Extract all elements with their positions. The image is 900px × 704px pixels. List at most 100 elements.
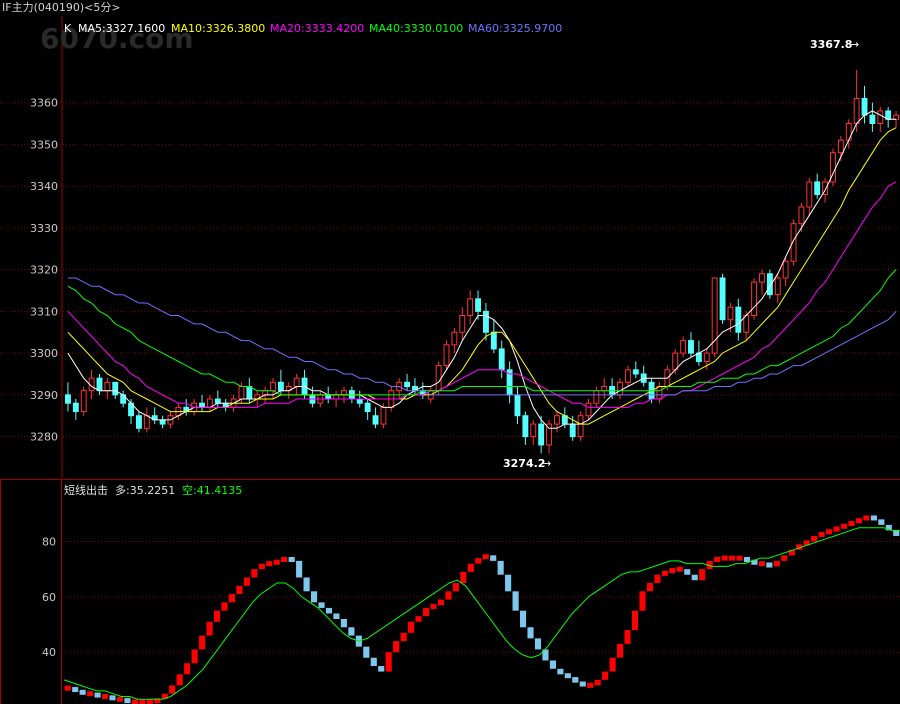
duo-bar — [176, 674, 183, 686]
duo-bar — [415, 616, 422, 622]
duo-bar — [131, 699, 138, 704]
duo-bar — [579, 681, 586, 687]
y-tick-label: 3300 — [30, 347, 58, 360]
chart-title: IF主力(040190)<5分> — [2, 1, 121, 14]
duo-bar — [781, 555, 788, 561]
duo-bar — [303, 577, 310, 592]
duo-bar — [363, 646, 370, 658]
sub-legend-duo: 多:35.2251 — [115, 483, 175, 497]
sub-y-tick-label: 40 — [42, 646, 56, 659]
duo-bar — [199, 635, 206, 650]
candle-body — [325, 394, 332, 400]
duo-bar — [221, 602, 228, 611]
duo-bar — [549, 660, 556, 669]
candle-body — [293, 377, 300, 388]
duo-bar — [624, 630, 631, 644]
duo-bar — [676, 566, 683, 572]
duo-bar — [654, 574, 661, 584]
duo-bar — [452, 583, 459, 592]
duo-bar — [79, 689, 86, 695]
duo-bar — [840, 523, 848, 529]
duo-bar — [833, 526, 840, 532]
duo-bar — [206, 621, 213, 636]
y-tick-label: 3290 — [30, 389, 58, 402]
duo-bar — [639, 591, 646, 611]
candle-body — [790, 223, 797, 262]
candle-body — [751, 281, 758, 317]
candle-body — [759, 273, 765, 283]
duo-bar — [684, 569, 691, 575]
y-tick-label: 3350 — [30, 138, 58, 151]
duo-bar — [408, 621, 415, 633]
candle-body — [341, 390, 347, 396]
duo-bar — [169, 685, 176, 694]
duo-bar — [564, 673, 571, 679]
candle-body — [380, 406, 387, 425]
legend-ma20: MA20:3333.4200 — [270, 22, 364, 35]
duo-bar — [773, 560, 780, 567]
duo-bar — [460, 571, 467, 584]
candle-body — [214, 398, 221, 404]
duo-bar — [736, 555, 743, 561]
duo-bar — [445, 591, 452, 600]
low-annotation: 3274.2 — [503, 457, 545, 470]
candle-body — [798, 206, 805, 225]
candle-body — [735, 306, 742, 333]
duo-bar — [139, 699, 146, 704]
duo-bar — [430, 604, 437, 610]
duo-bar — [497, 560, 504, 575]
candle-body — [703, 352, 710, 362]
legend-ma10: MA10:3326.3800 — [171, 22, 265, 35]
candle-body — [112, 381, 119, 396]
candle-body — [861, 97, 868, 116]
candle-body — [467, 298, 474, 317]
legend-ma5: MA5:3327.1600 — [78, 22, 165, 35]
candle-body — [238, 386, 245, 400]
candle-body — [356, 398, 363, 404]
candle-body — [893, 114, 900, 120]
duo-bar — [296, 560, 303, 578]
candle-body — [680, 340, 687, 354]
candle-body — [135, 415, 142, 429]
sub-y-tick-label: 60 — [42, 591, 56, 604]
candle-body — [72, 402, 79, 413]
duo-bar — [236, 585, 243, 595]
candle-body — [96, 377, 103, 392]
duo-bar — [325, 607, 333, 614]
duo-bar — [385, 652, 392, 672]
duo-bar — [393, 641, 400, 653]
candle-body — [782, 260, 789, 279]
high-annotation: 3367.8 — [810, 38, 852, 51]
candle-body — [688, 340, 694, 354]
duo-bar — [288, 556, 295, 562]
duo-bar — [878, 519, 885, 525]
candle-body — [451, 331, 458, 346]
y-tick-label: 3360 — [30, 97, 58, 110]
candle-body — [143, 415, 150, 429]
duo-bar — [669, 568, 676, 574]
duo-bar — [310, 591, 318, 603]
candle-body — [270, 381, 276, 392]
duo-bar — [609, 657, 616, 672]
duo-bar — [273, 559, 280, 565]
duo-bar — [87, 691, 94, 697]
duo-bar — [826, 529, 833, 535]
candle-body — [774, 277, 781, 296]
legend-k: K — [64, 22, 72, 35]
candle-body — [104, 381, 111, 392]
duo-bar — [184, 663, 191, 675]
duo-bar — [661, 570, 668, 576]
duo-bar — [512, 591, 519, 611]
sub-legend-kong: 空:41.4135 — [182, 483, 242, 497]
duo-bar — [101, 693, 109, 699]
candle-body — [404, 381, 411, 388]
duo-bar — [893, 530, 900, 536]
duo-bar — [557, 668, 564, 675]
candle-body — [601, 386, 608, 392]
duo-bar — [617, 643, 624, 658]
duo-bar — [818, 532, 825, 538]
y-tick-label: 3280 — [30, 431, 58, 444]
candle-body — [845, 122, 852, 141]
duo-bar — [594, 679, 601, 686]
candle-body — [538, 423, 545, 446]
